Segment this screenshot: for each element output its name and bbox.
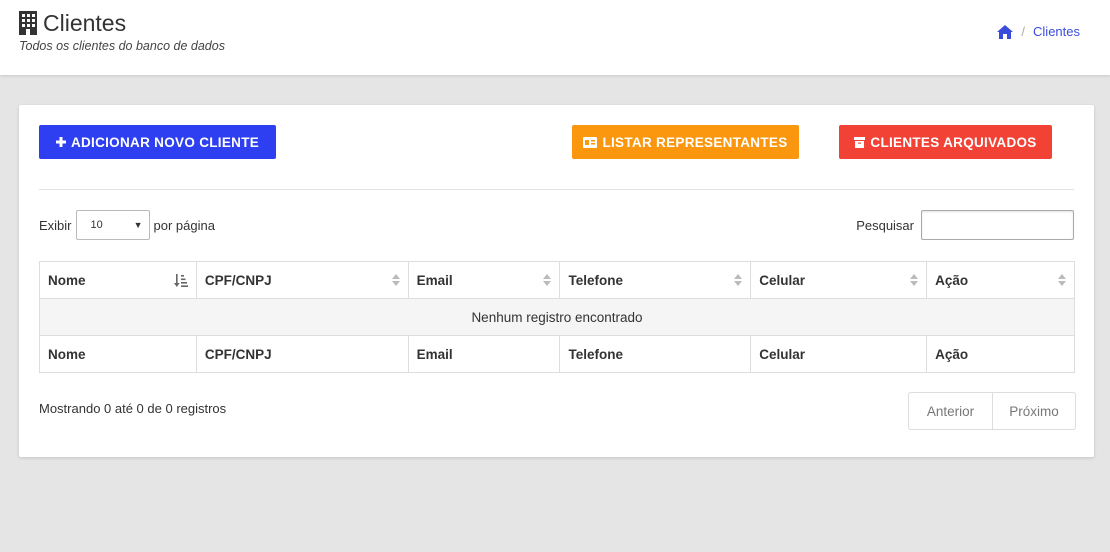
table-row: Nenhum registro encontrado <box>39 298 1075 336</box>
empty-message: Nenhum registro encontrado <box>39 298 1075 336</box>
top-header: Clientes Todos os clientes do banco de d… <box>0 0 1110 75</box>
page-size-select[interactable]: 10 ▼ <box>75 210 150 240</box>
id-card-icon <box>583 136 598 148</box>
pagination: Anterior Próximo <box>908 392 1076 430</box>
table-header-row: Nome CPF/CNPJ Email Telefone Celular Açã… <box>39 261 1075 299</box>
breadcrumb: / Clientes <box>997 24 1080 39</box>
column-header-acao[interactable]: Ação <box>926 261 1075 299</box>
column-header-nome[interactable]: Nome <box>39 261 197 299</box>
show-label: Exibir <box>39 217 72 233</box>
table-info: Mostrando 0 até 0 de 0 registros <box>39 401 227 416</box>
column-header-telefone[interactable]: Telefone <box>559 261 752 299</box>
column-footer-nome: Nome <box>39 335 197 373</box>
sort-icon <box>734 274 743 286</box>
add-client-button[interactable]: ADICIONAR NOVO CLIENTE <box>39 125 276 159</box>
clients-table: Nome CPF/CNPJ Email Telefone Celular Açã… <box>39 261 1075 373</box>
archive-icon <box>854 136 866 148</box>
breadcrumb-current[interactable]: Clientes <box>1033 24 1080 39</box>
next-page-button[interactable]: Próximo <box>993 393 1075 429</box>
sort-icon <box>391 274 400 286</box>
column-footer-email: Email <box>407 335 561 373</box>
sort-icon <box>910 274 919 286</box>
previous-page-button[interactable]: Anterior <box>909 393 993 429</box>
caret-down-icon: ▼ <box>133 220 143 230</box>
search-input[interactable] <box>921 210 1074 240</box>
divider <box>39 189 1074 190</box>
sort-ascending-icon <box>173 274 188 287</box>
list-representatives-label: LISTAR REPRESENTANTES <box>602 134 788 150</box>
column-footer-celular: Celular <box>750 335 928 373</box>
home-icon[interactable] <box>997 24 1014 39</box>
table-footer-row: Nome CPF/CNPJ Email Telefone Celular Açã… <box>39 335 1075 373</box>
list-representatives-button[interactable]: LISTAR REPRESENTANTES <box>572 125 799 159</box>
building-icon <box>19 11 37 35</box>
archived-clients-button[interactable]: CLIENTES ARQUIVADOS <box>839 125 1052 159</box>
title-block: Clientes Todos os clientes do banco de d… <box>19 9 225 53</box>
page-size-value: 10 <box>90 219 103 231</box>
page-length-control: Exibir 10 ▼ por página <box>39 210 215 240</box>
column-footer-cpf-cnpj: CPF/CNPJ <box>195 335 409 373</box>
add-client-label: ADICIONAR NOVO CLIENTE <box>70 134 260 150</box>
column-footer-telefone: Telefone <box>559 335 752 373</box>
sort-icon <box>543 274 552 286</box>
column-footer-acao: Ação <box>926 335 1075 373</box>
plus-icon <box>55 137 66 147</box>
per-page-label: por página <box>153 217 215 233</box>
search-label: Pesquisar <box>856 217 914 233</box>
breadcrumb-separator: / <box>1021 24 1026 39</box>
page-subtitle: Todos os clientes do banco de dados <box>19 39 225 53</box>
page-title: Clientes <box>43 10 127 36</box>
column-header-email[interactable]: Email <box>407 261 561 299</box>
search-control: Pesquisar <box>856 210 1074 240</box>
column-header-cpf-cnpj[interactable]: CPF/CNPJ <box>195 261 409 299</box>
archived-clients-label: CLIENTES ARQUIVADOS <box>870 134 1037 150</box>
clients-card: ADICIONAR NOVO CLIENTE LISTAR REPRESENTA… <box>19 105 1094 457</box>
sort-icon <box>1058 274 1066 286</box>
column-header-celular[interactable]: Celular <box>750 261 928 299</box>
